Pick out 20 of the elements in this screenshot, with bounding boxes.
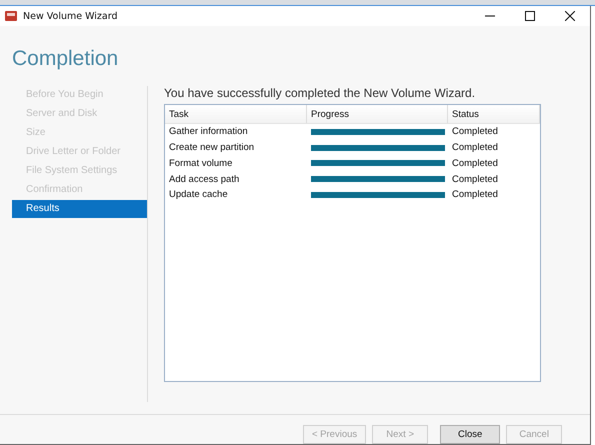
table-cell: Completed — [452, 174, 498, 185]
window-title: New Volume Wizard — [23, 10, 118, 22]
column-header: Progress — [307, 104, 448, 123]
wizard-button[interactable]: Close — [440, 425, 500, 444]
page-title: Completion — [11, 46, 120, 72]
completion-message: You have successfully completed the New Volume Wizard. — [164, 86, 476, 102]
column-header: Status — [448, 104, 540, 123]
maximize-icon[interactable] — [525, 11, 535, 21]
column-header: Task — [165, 104, 307, 123]
table-cell: Gather information — [169, 126, 248, 138]
table-cell: Completed — [452, 189, 498, 200]
wizard-step[interactable]: Results — [12, 200, 147, 218]
table-cell: Completed — [452, 126, 498, 138]
table-cell: Update cache — [169, 189, 228, 200]
table-cell: Create new partition — [169, 142, 254, 154]
table-cell: Add access path — [169, 174, 240, 185]
table-cell: Format volume — [169, 158, 232, 169]
table-cell: Completed — [452, 142, 498, 154]
table-cell: Completed — [452, 158, 498, 169]
close-icon[interactable] — [565, 11, 575, 21]
